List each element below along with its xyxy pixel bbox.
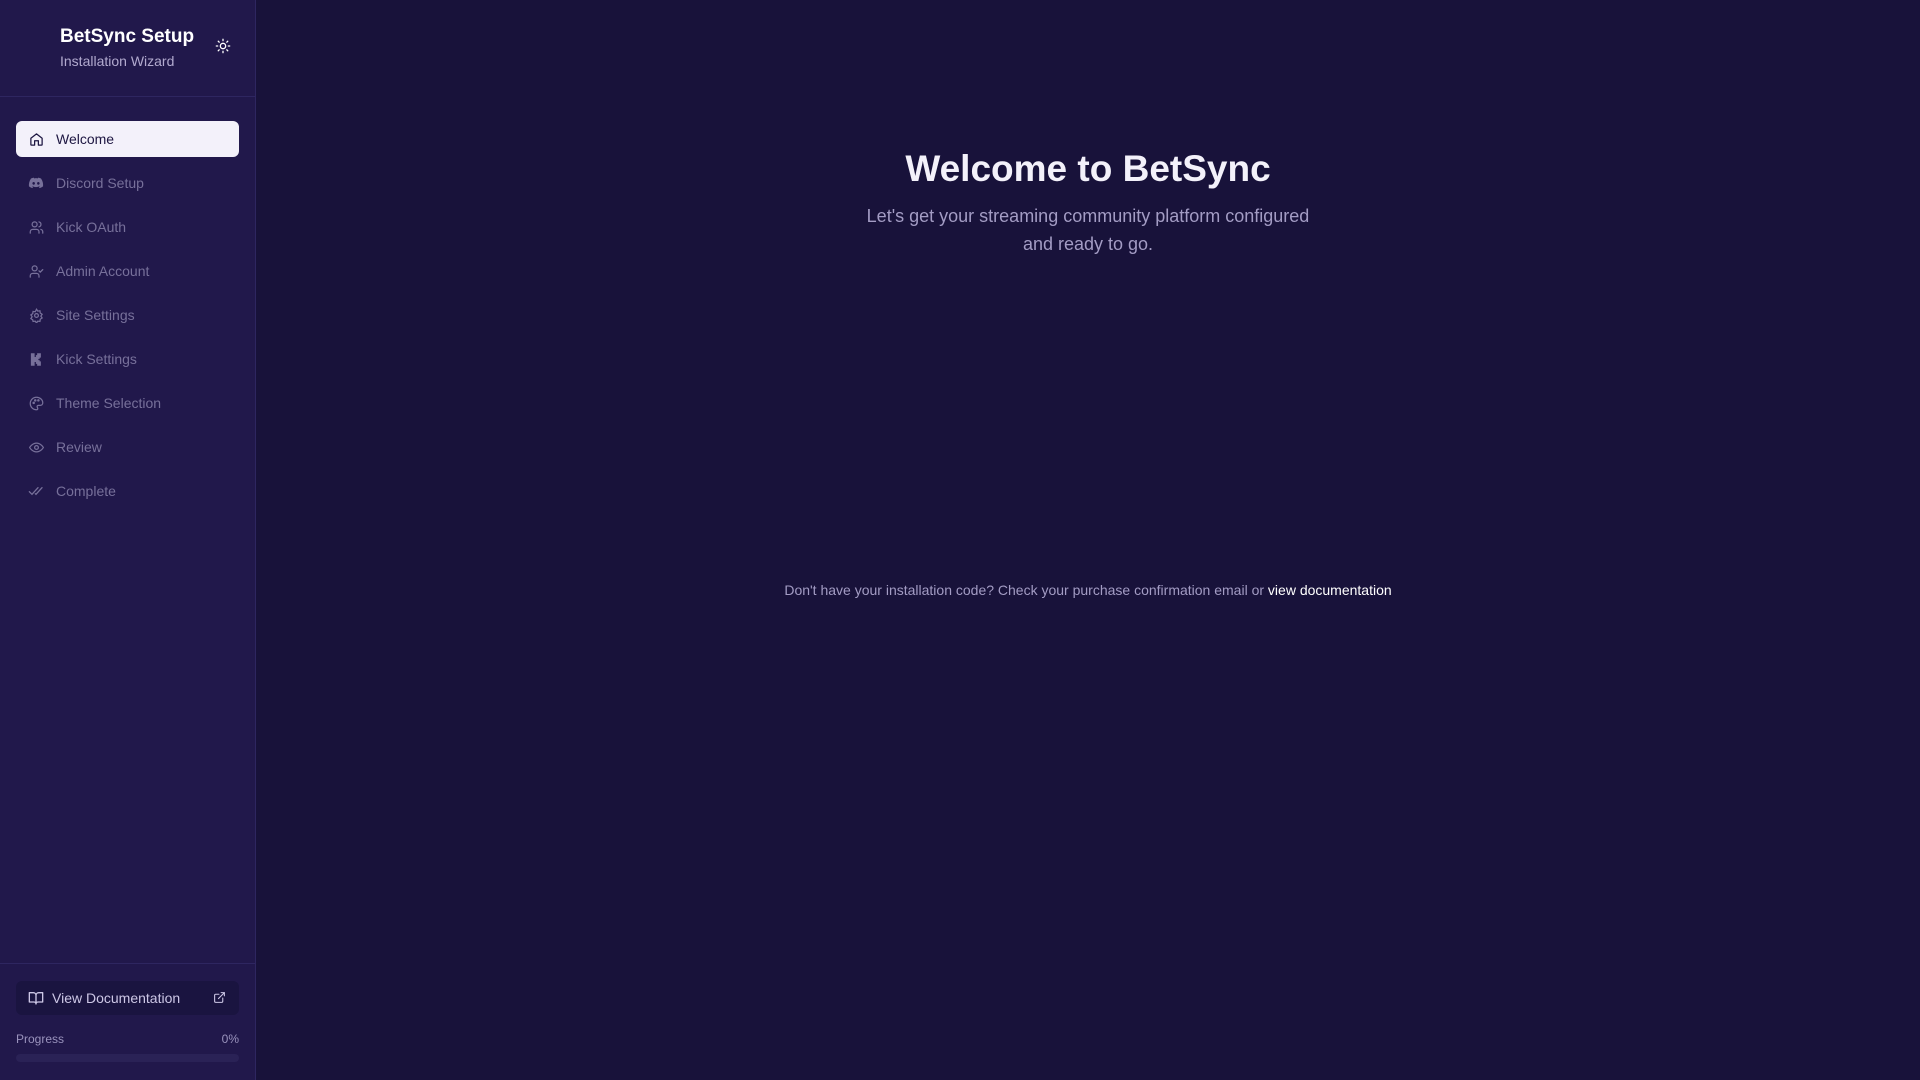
book-icon xyxy=(28,990,44,1006)
sidebar-footer: View Documentation Progress 0% xyxy=(0,963,255,1080)
nav-item-label: Admin Account xyxy=(56,263,150,279)
sun-icon xyxy=(215,38,231,54)
help-text: Don't have your installation code? Check… xyxy=(784,582,1268,598)
nav-item-label: Kick OAuth xyxy=(56,219,127,235)
user-check-icon xyxy=(28,263,44,279)
nav-item-label: Welcome xyxy=(56,131,115,147)
doc-button-label: View Documentation xyxy=(52,990,181,1006)
welcome-hero: Welcome to BetSync Let's get your stream… xyxy=(256,146,1920,258)
page-title: Welcome to BetSync xyxy=(905,148,1271,189)
users-icon xyxy=(28,219,44,235)
kick-logo-icon xyxy=(28,351,44,367)
app-subtitle: Installation Wizard xyxy=(60,53,175,69)
nav-item-kick-settings[interactable]: Kick Settings xyxy=(16,341,239,377)
view-documentation-link[interactable]: view documentation xyxy=(1268,582,1392,598)
sidebar: BetSync Setup Installation Wizard Welcom… xyxy=(0,0,256,1080)
nav-item-discord-setup[interactable]: Discord Setup xyxy=(16,165,239,201)
progress-row: Progress 0% xyxy=(16,1032,239,1046)
eye-icon xyxy=(28,439,44,455)
nav-item-admin-account[interactable]: Admin Account xyxy=(16,253,239,289)
progress-bar xyxy=(16,1054,239,1062)
double-check-icon xyxy=(28,483,44,499)
palette-icon xyxy=(28,395,44,411)
nav-item-label: Site Settings xyxy=(56,307,135,323)
nav-item-label: Kick Settings xyxy=(56,351,137,367)
theme-toggle-button[interactable] xyxy=(213,36,233,56)
app-title: BetSync Setup xyxy=(60,26,195,47)
nav-item-label: Discord Setup xyxy=(56,175,144,191)
nav-item-label: Theme Selection xyxy=(56,395,162,411)
discord-icon xyxy=(28,175,44,191)
nav-item-label: Review xyxy=(56,439,102,455)
progress-label: Progress xyxy=(16,1032,65,1046)
brand-header: BetSync Setup Installation Wizard xyxy=(0,0,255,97)
external-link-icon xyxy=(213,991,227,1005)
main-content: Welcome to BetSync Let's get your stream… xyxy=(256,0,1920,1080)
nav-item-review[interactable]: Review xyxy=(16,429,239,465)
nav-item-complete[interactable]: Complete xyxy=(16,473,239,509)
progress-value: 0% xyxy=(221,1032,239,1046)
nav-item-site-settings[interactable]: Site Settings xyxy=(16,297,239,333)
nav-item-theme-selection[interactable]: Theme Selection xyxy=(16,385,239,421)
nav-item-welcome[interactable]: Welcome xyxy=(16,121,239,157)
wizard-steps-nav: Welcome Discord Setup Kick OAuth Admin A… xyxy=(0,97,255,509)
page-subtitle: Let's get your streaming community platf… xyxy=(866,206,1310,254)
brand-text: BetSync Setup Installation Wizard xyxy=(60,25,194,71)
view-documentation-button[interactable]: View Documentation xyxy=(16,981,239,1015)
home-icon xyxy=(28,131,44,147)
installation-code-help: Don't have your installation code? Check… xyxy=(256,582,1920,598)
nav-item-kick-oauth[interactable]: Kick OAuth xyxy=(16,209,239,245)
gear-icon xyxy=(28,307,44,323)
app: BetSync Setup Installation Wizard Welcom… xyxy=(0,0,1920,1080)
nav-item-label: Complete xyxy=(56,483,116,499)
